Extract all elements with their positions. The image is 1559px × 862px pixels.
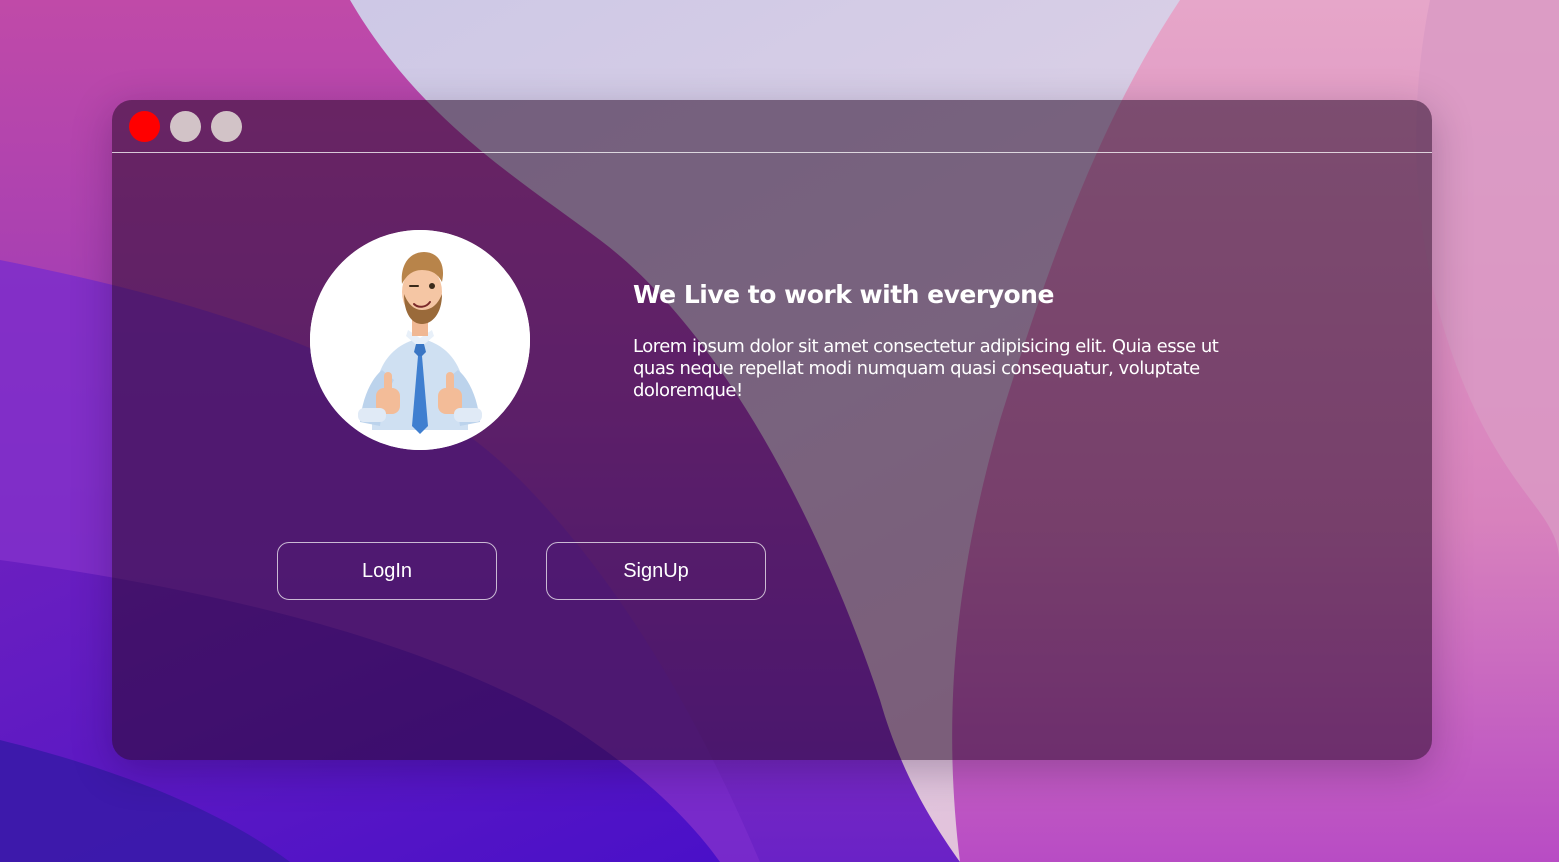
avatar: [310, 230, 530, 450]
headline: We Live to work with everyone: [633, 280, 1054, 309]
close-dot-icon[interactable]: [129, 111, 160, 142]
maximize-dot-icon[interactable]: [211, 111, 242, 142]
login-button[interactable]: LogIn: [277, 542, 497, 600]
thumbs-up-man-illustration-icon: [310, 230, 530, 450]
signup-button[interactable]: SignUp: [546, 542, 766, 600]
body-text: Lorem ipsum dolor sit amet consectetur a…: [633, 336, 1219, 401]
minimize-dot-icon[interactable]: [170, 111, 201, 142]
window-titlebar: [112, 100, 1432, 153]
app-window: We Live to work with everyone Lorem ipsu…: [112, 100, 1432, 760]
